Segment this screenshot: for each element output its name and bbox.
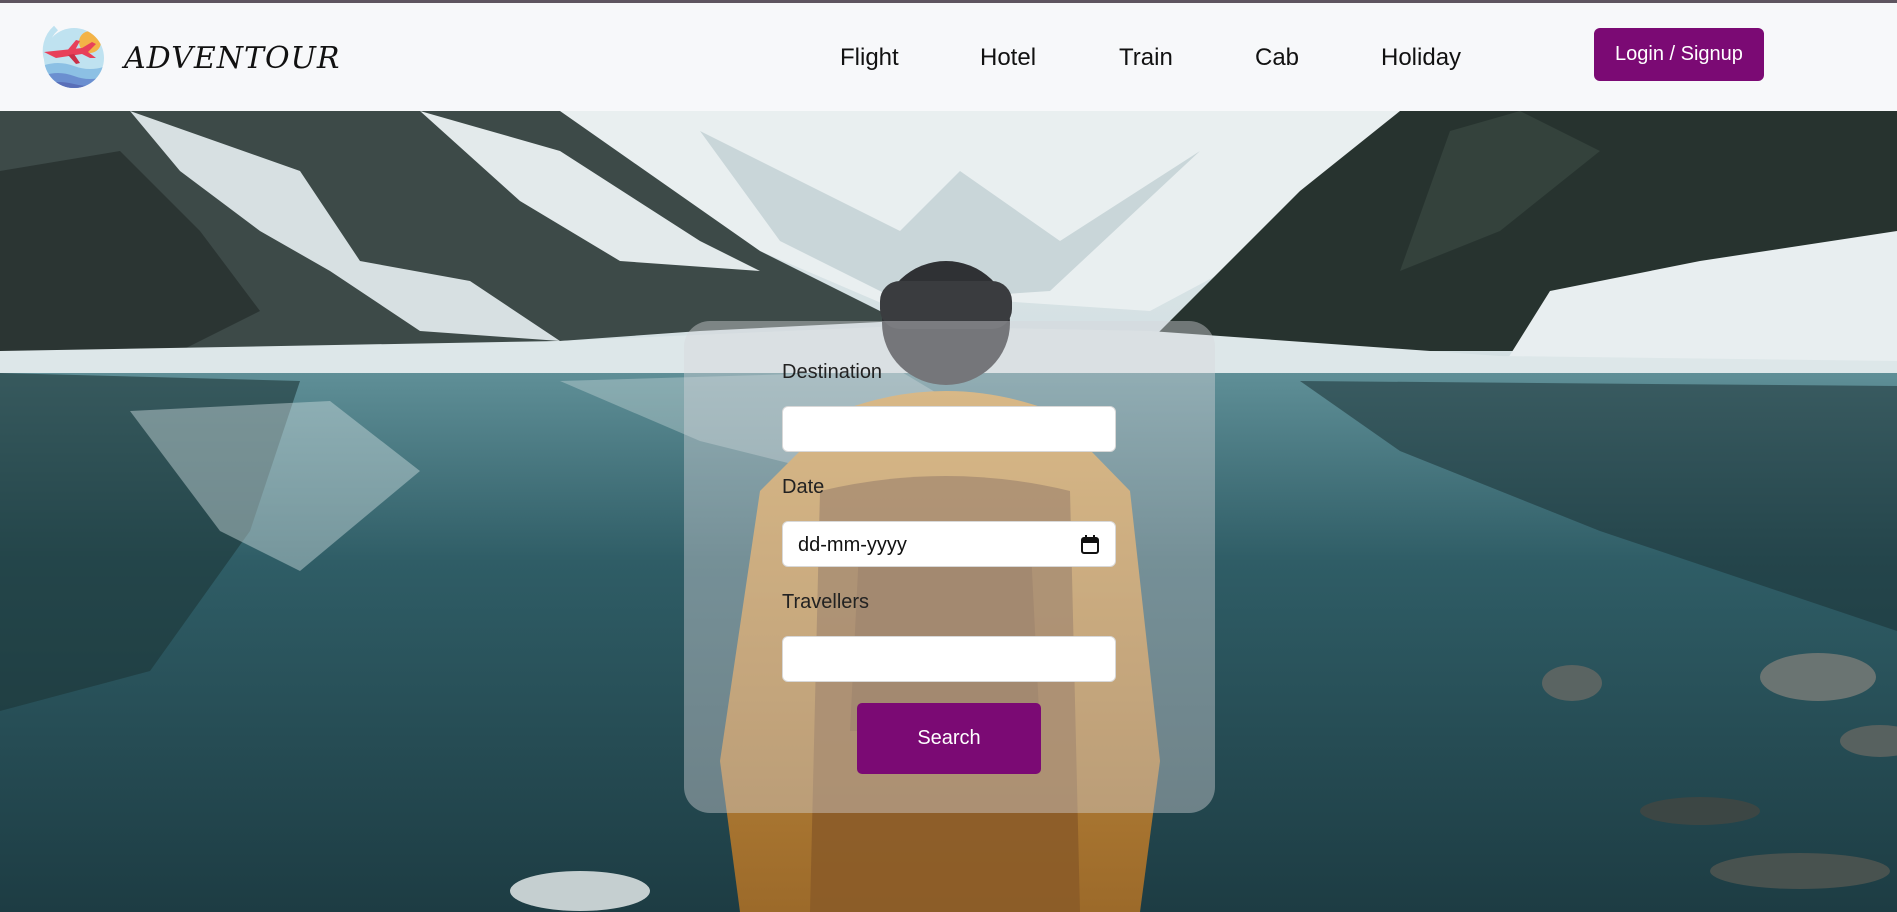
navbar: ADVENTOUR Flight Hotel Train Cab Holiday… <box>0 3 1897 111</box>
date-placeholder: dd-mm-yyyy <box>798 534 907 556</box>
travellers-label: Travellers <box>782 591 870 613</box>
brand-logo-icon[interactable] <box>42 22 106 94</box>
nav-link-hotel[interactable]: Hotel <box>980 44 1036 72</box>
nav-link-train[interactable]: Train <box>1119 44 1173 72</box>
nav-link-cab[interactable]: Cab <box>1255 44 1299 72</box>
destination-input[interactable] <box>782 406 1116 452</box>
login-signup-button[interactable]: Login / Signup <box>1594 28 1764 81</box>
travellers-input[interactable] <box>782 636 1116 682</box>
destination-label: Destination <box>782 361 883 383</box>
date-input[interactable]: dd-mm-yyyy <box>782 521 1116 567</box>
nav-link-holiday[interactable]: Holiday <box>1381 44 1461 72</box>
date-label: Date <box>782 476 825 498</box>
nav-link-flight[interactable]: Flight <box>840 44 899 72</box>
calendar-icon[interactable] <box>1081 535 1099 554</box>
search-button[interactable]: Search <box>857 703 1041 774</box>
brand-name: ADVENTOUR <box>124 41 341 76</box>
